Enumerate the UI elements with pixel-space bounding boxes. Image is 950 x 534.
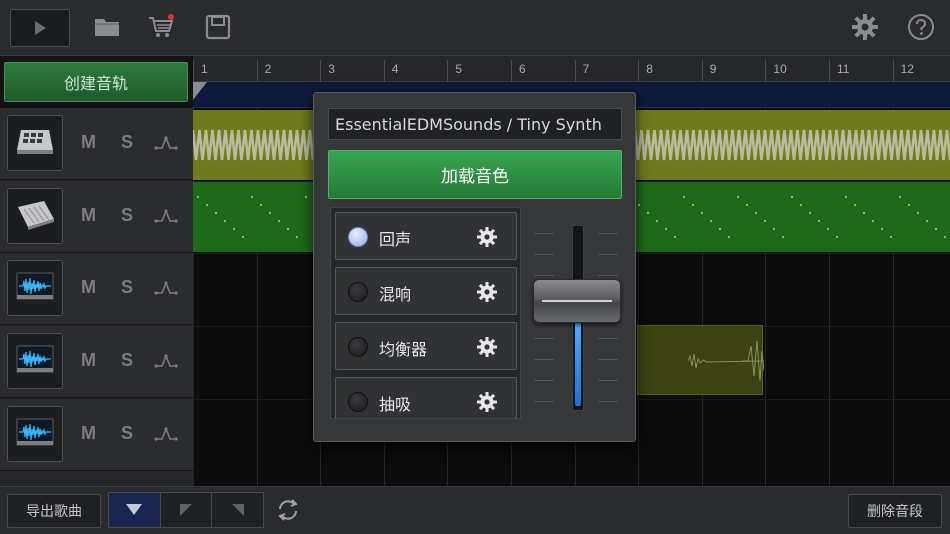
effect-row: 抽吸	[335, 377, 517, 418]
gear-icon[interactable]	[476, 281, 498, 303]
volume-tick	[534, 359, 554, 360]
preset-name-display: EssentialEDMSounds / Tiny Synth	[328, 108, 622, 140]
effect-row: 混响	[335, 267, 517, 315]
effect-label: 抽吸	[379, 395, 412, 414]
volume-tick	[598, 401, 618, 402]
volume-slider[interactable]	[532, 215, 622, 415]
volume-tick	[534, 380, 554, 381]
effects-list: 回声 混响 均衡器 抽吸	[330, 207, 521, 419]
volume-tick	[598, 338, 618, 339]
load-preset-button[interactable]: 加载音色	[328, 150, 622, 199]
volume-tick	[534, 275, 554, 276]
volume-tick	[598, 254, 618, 255]
effect-row: 回声	[335, 212, 517, 260]
effect-row: 均衡器	[335, 322, 517, 370]
volume-knob[interactable]	[533, 279, 621, 323]
volume-tick	[598, 275, 618, 276]
instrument-dialog: EssentialEDMSounds / Tiny Synth 加载音色 回声混…	[313, 92, 636, 442]
gear-icon[interactable]	[476, 391, 498, 413]
volume-tick	[534, 401, 554, 402]
volume-tick	[598, 359, 618, 360]
gear-icon[interactable]	[476, 336, 498, 358]
volume-tick	[598, 233, 618, 234]
volume-tick	[534, 338, 554, 339]
effect-label: 回声	[379, 230, 412, 249]
gear-icon[interactable]	[476, 226, 498, 248]
effect-label: 均衡器	[379, 340, 428, 359]
effect-toggle[interactable]	[348, 227, 368, 247]
effect-toggle[interactable]	[348, 337, 368, 357]
effect-toggle[interactable]	[348, 282, 368, 302]
volume-tick	[534, 254, 554, 255]
effect-toggle[interactable]	[348, 392, 368, 412]
app-window: 创建音轨 1 2 3 4 5 6 7 8 9 10 11 12 MSMSMSMSMS 导出歌曲 删除音…	[0, 0, 950, 534]
volume-tick	[598, 380, 618, 381]
volume-tick	[534, 233, 554, 234]
effect-label: 混响	[379, 285, 412, 304]
